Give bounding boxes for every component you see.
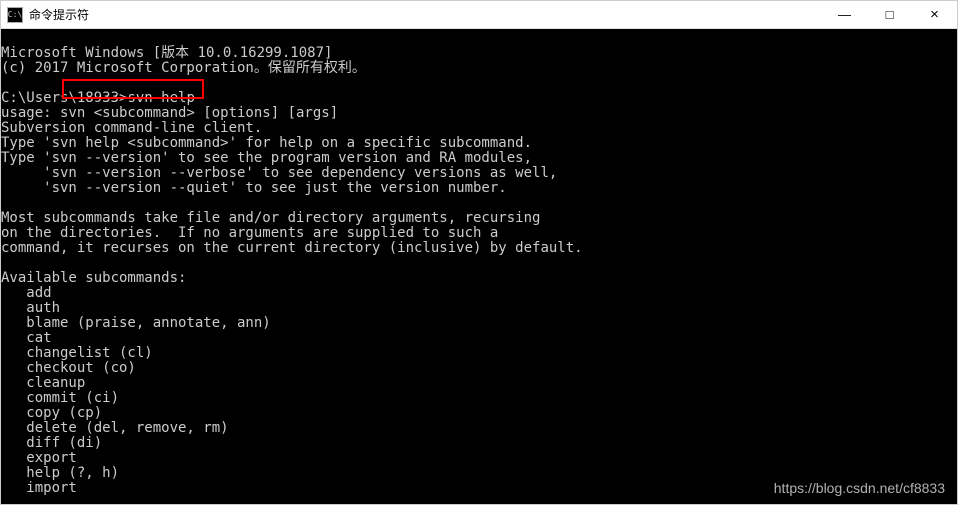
terminal-line: Subversion command-line client.	[1, 120, 262, 136]
window-controls: — □ ×	[822, 1, 957, 28]
watermark: https://blog.csdn.net/cf8833	[774, 481, 945, 496]
terminal-line: 'svn --version --quiet' to see just the …	[1, 180, 507, 196]
terminal-line: import	[1, 480, 77, 496]
terminal-line: command, it recurses on the current dire…	[1, 240, 583, 256]
terminal-line: add	[1, 285, 52, 301]
titlebar[interactable]: C:\ 命令提示符 — □ ×	[1, 1, 957, 29]
terminal-line: usage: svn <subcommand> [options] [args]	[1, 105, 338, 121]
terminal-line: commit (ci)	[1, 390, 119, 406]
command-input: svn help	[127, 90, 194, 106]
terminal-line: on the directories. If no arguments are …	[1, 225, 498, 241]
terminal-line: checkout (co)	[1, 360, 136, 376]
terminal-line: Most subcommands take file and/or direct…	[1, 210, 540, 226]
app-icon: C:\	[7, 7, 23, 23]
terminal-line: copy (cp)	[1, 405, 102, 421]
terminal-line: diff (di)	[1, 435, 102, 451]
terminal-line: changelist (cl)	[1, 345, 153, 361]
terminal-line: Type 'svn --version' to see the program …	[1, 150, 532, 166]
terminal-line: export	[1, 450, 77, 466]
terminal-line: Microsoft Windows [版本 10.0.16299.1087]	[1, 45, 332, 61]
terminal-line: blame (praise, annotate, ann)	[1, 315, 271, 331]
terminal-line: help (?, h)	[1, 465, 119, 481]
close-button[interactable]: ×	[912, 1, 957, 28]
prompt-line: C:\Users\18933>svn help	[1, 90, 195, 106]
terminal-line: 'svn --version --verbose' to see depende…	[1, 165, 557, 181]
maximize-button[interactable]: □	[867, 1, 912, 28]
terminal-line: cleanup	[1, 375, 85, 391]
command-prompt-window: C:\ 命令提示符 — □ × Microsoft Windows [版本 10…	[0, 0, 958, 505]
terminal-line: Type 'svn help <subcommand>' for help on…	[1, 135, 532, 151]
terminal-line: delete (del, remove, rm)	[1, 420, 229, 436]
prompt: C:\Users\18933>	[1, 90, 127, 106]
minimize-button[interactable]: —	[822, 1, 867, 28]
terminal-line: auth	[1, 300, 60, 316]
terminal-line: (c) 2017 Microsoft Corporation。保留所有权利。	[1, 60, 366, 76]
terminal-line: cat	[1, 330, 52, 346]
window-title: 命令提示符	[29, 6, 89, 23]
terminal-output[interactable]: Microsoft Windows [版本 10.0.16299.1087] (…	[1, 29, 957, 504]
terminal-line: Available subcommands:	[1, 270, 186, 286]
